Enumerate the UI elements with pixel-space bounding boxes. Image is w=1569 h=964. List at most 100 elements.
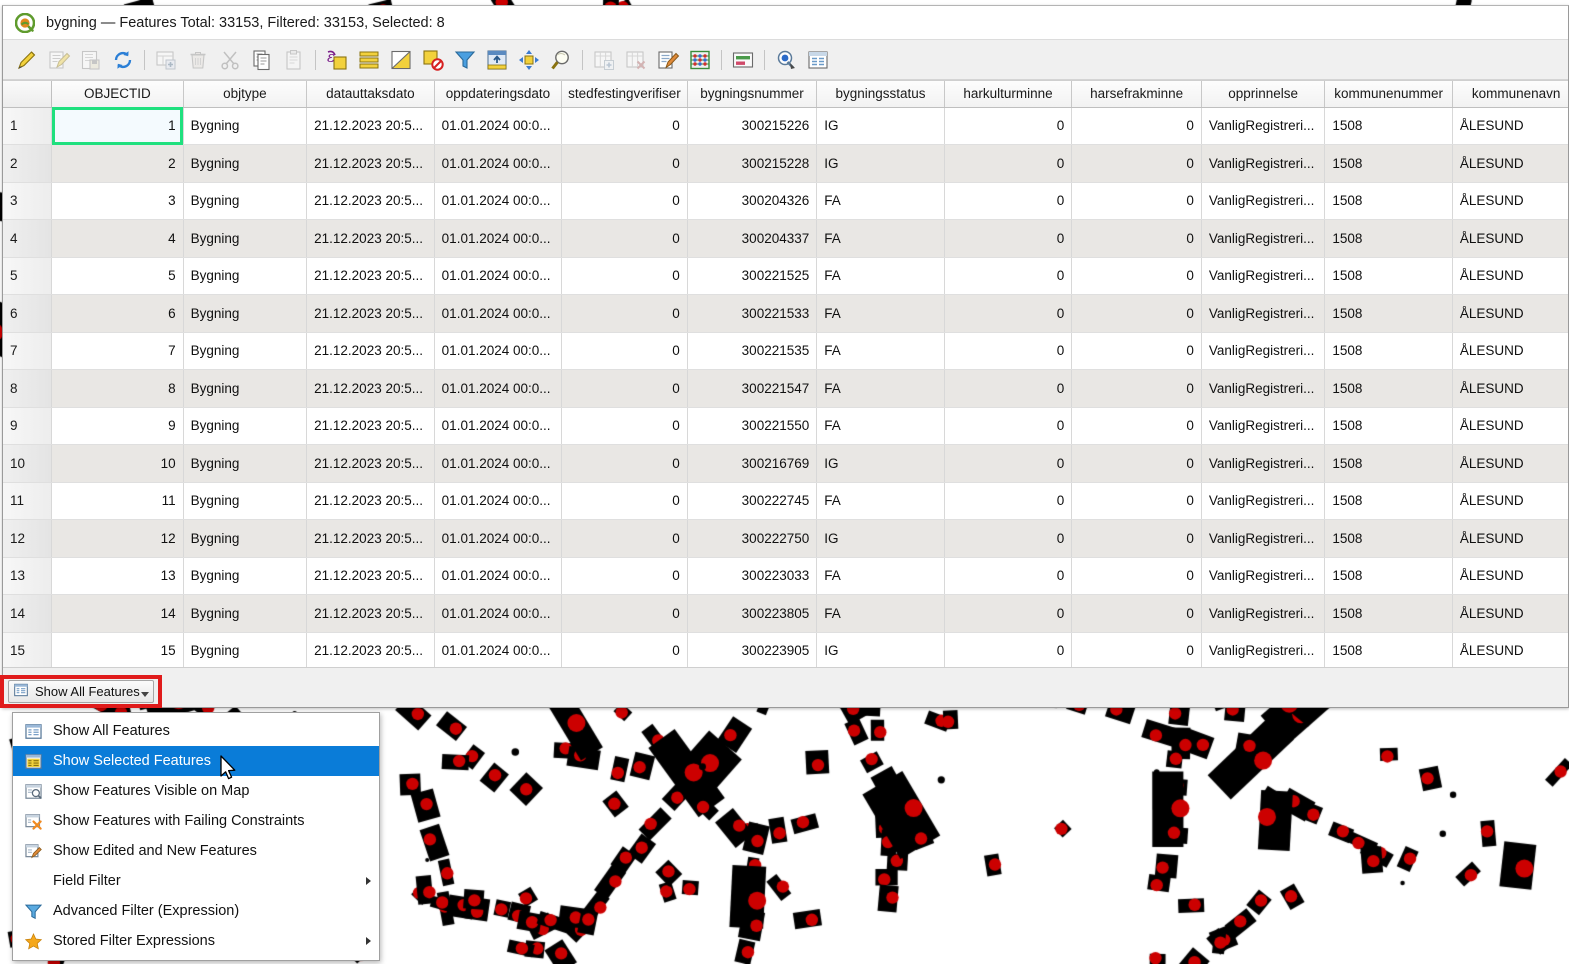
- cell-harsefrakminne[interactable]: 0: [1071, 332, 1202, 370]
- table-row[interactable]: 12 12 Bygning 21.12.2023 20:5... 01.01.2024 …: [3, 519, 1568, 558]
- cell-opprinnelse[interactable]: VanligRegistreri...: [1201, 482, 1326, 520]
- table-row[interactable]: 5 5 Bygning 21.12.2023 20:5... 01.01.2024 00…: [3, 257, 1568, 295]
- cell-OBJECTID[interactable]: 10: [51, 444, 184, 483]
- menu-item-show-selected-features[interactable]: Show Selected Features: [13, 746, 379, 776]
- column-header-opprinnelse[interactable]: opprinnelse: [1201, 81, 1326, 108]
- cell-harsefrakminne[interactable]: 0: [1071, 219, 1202, 258]
- cell-bygningsstatus[interactable]: IG: [816, 632, 945, 667]
- cell-opprinnelse[interactable]: VanligRegistreri...: [1201, 369, 1326, 408]
- cell-stedfestingverifisert[interactable]: 0: [561, 632, 688, 667]
- cell-oppdateringsdato[interactable]: 01.01.2024 00:0...: [434, 482, 563, 520]
- cell-OBJECTID[interactable]: 6: [51, 294, 184, 333]
- cell-stedfestingverifisert[interactable]: 0: [561, 407, 688, 445]
- cell-OBJECTID[interactable]: 11: [51, 482, 184, 520]
- cell-OBJECTID[interactable]: 15: [51, 632, 184, 667]
- row-number-cell[interactable]: 4: [3, 219, 53, 258]
- cell-harsefrakminne[interactable]: 0: [1071, 294, 1202, 333]
- cell-bygningsnummer[interactable]: 300221547: [687, 369, 818, 408]
- cell-kommunenummer[interactable]: 1508: [1324, 107, 1453, 145]
- cell-opprinnelse[interactable]: VanligRegistreri...: [1201, 182, 1326, 220]
- cell-stedfestingverifisert[interactable]: 0: [561, 594, 688, 633]
- cell-harkulturminne[interactable]: 0: [944, 369, 1073, 408]
- column-header-harsefrakminne[interactable]: harsefrakminne: [1071, 81, 1202, 108]
- cell-stedfestingverifisert[interactable]: 0: [561, 107, 688, 145]
- cell-objtype[interactable]: Bygning: [183, 332, 308, 370]
- cell-datauttaksdato[interactable]: 21.12.2023 20:5...: [306, 219, 435, 258]
- cell-kommunenummer[interactable]: 1508: [1324, 369, 1453, 408]
- cell-bygningsstatus[interactable]: FA: [816, 332, 945, 370]
- toggle-editing-icon[interactable]: [11, 44, 43, 76]
- attribute-table[interactable]: OBJECTID objtype datauttaksdato oppdatering…: [3, 81, 1568, 667]
- cell-bygningsstatus[interactable]: FA: [816, 407, 945, 445]
- invert-selection-icon[interactable]: [385, 44, 417, 76]
- cell-objtype[interactable]: Bygning: [183, 219, 308, 258]
- cell-stedfestingverifisert[interactable]: 0: [561, 219, 688, 258]
- column-header-OBJECTID[interactable]: OBJECTID: [51, 81, 184, 108]
- move-selection-to-top-icon[interactable]: [481, 44, 513, 76]
- cell-opprinnelse[interactable]: VanligRegistreri...: [1201, 632, 1326, 667]
- cell-bygningsstatus[interactable]: FA: [816, 182, 945, 220]
- cell-bygningsstatus[interactable]: IG: [816, 519, 945, 558]
- cell-stedfestingverifisert[interactable]: 0: [561, 294, 688, 333]
- cell-harsefrakminne[interactable]: 0: [1071, 369, 1202, 408]
- row-number-cell[interactable]: 5: [3, 257, 53, 295]
- cell-OBJECTID[interactable]: 8: [51, 369, 184, 408]
- cell-OBJECTID[interactable]: 9: [51, 407, 184, 445]
- cell-kommunenummer[interactable]: 1508: [1324, 557, 1453, 595]
- table-row[interactable]: 14 14 Bygning 21.12.2023 20:5... 01.01.2024 …: [3, 594, 1568, 633]
- menu-item-show-all-features[interactable]: Show All Features: [13, 716, 379, 746]
- cell-oppdateringsdato[interactable]: 01.01.2024 00:0...: [434, 444, 563, 483]
- cell-oppdateringsdato[interactable]: 01.01.2024 00:0...: [434, 557, 563, 595]
- cell-bygningsnummer[interactable]: 300221525: [687, 257, 818, 295]
- menu-item-show-features-with-failing-constraints[interactable]: Show Features with Failing Constraints: [13, 806, 379, 836]
- cell-harkulturminne[interactable]: 0: [944, 519, 1073, 558]
- cell-harsefrakminne[interactable]: 0: [1071, 557, 1202, 595]
- row-number-cell[interactable]: 3: [3, 182, 53, 220]
- attribute-table-scroll-area[interactable]: OBJECTID objtype datauttaksdato oppdatering…: [3, 80, 1568, 667]
- cell-datauttaksdato[interactable]: 21.12.2023 20:5...: [306, 557, 435, 595]
- cell-harsefrakminne[interactable]: 0: [1071, 632, 1202, 667]
- cell-kommunenummer[interactable]: 1508: [1324, 144, 1453, 183]
- cell-OBJECTID[interactable]: 7: [51, 332, 184, 370]
- cell-kommunenavn[interactable]: ÅLESUND: [1452, 482, 1568, 520]
- cell-datauttaksdato[interactable]: 21.12.2023 20:5...: [306, 369, 435, 408]
- row-number-cell[interactable]: 10: [3, 444, 53, 483]
- cell-harkulturminne[interactable]: 0: [944, 144, 1073, 183]
- table-body[interactable]: 1 1 Bygning 21.12.2023 20:5... 01.01.2024 00…: [3, 107, 1568, 667]
- show-all-features-button[interactable]: Show All Features: [8, 680, 154, 703]
- cell-kommunenummer[interactable]: 1508: [1324, 482, 1453, 520]
- column-header-datauttaksdato[interactable]: datauttaksdato: [306, 81, 435, 108]
- copy-features-icon[interactable]: [246, 44, 278, 76]
- cell-bygningsnummer[interactable]: 300223905: [687, 632, 818, 667]
- table-row[interactable]: 8 8 Bygning 21.12.2023 20:5... 01.01.2024 00…: [3, 369, 1568, 408]
- menu-item-field-filter[interactable]: Field Filter: [13, 866, 379, 896]
- cell-objtype[interactable]: Bygning: [183, 482, 308, 520]
- cell-bygningsstatus[interactable]: IG: [816, 144, 945, 183]
- cell-bygningsstatus[interactable]: FA: [816, 294, 945, 333]
- cell-harsefrakminne[interactable]: 0: [1071, 407, 1202, 445]
- table-row[interactable]: 6 6 Bygning 21.12.2023 20:5... 01.01.2024 00…: [3, 294, 1568, 333]
- cell-stedfestingverifisert[interactable]: 0: [561, 482, 688, 520]
- table-row[interactable]: 1 1 Bygning 21.12.2023 20:5... 01.01.2024 00…: [3, 107, 1568, 145]
- row-number-cell[interactable]: 2: [3, 144, 53, 183]
- cell-opprinnelse[interactable]: VanligRegistreri...: [1201, 594, 1326, 633]
- cell-harkulturminne[interactable]: 0: [944, 257, 1073, 295]
- cell-kommunenavn[interactable]: ÅLESUND: [1452, 107, 1568, 145]
- cell-harkulturminne[interactable]: 0: [944, 444, 1073, 483]
- table-row[interactable]: 15 15 Bygning 21.12.2023 20:5... 01.01.2024 …: [3, 632, 1568, 667]
- cell-kommunenavn[interactable]: ÅLESUND: [1452, 369, 1568, 408]
- cell-oppdateringsdato[interactable]: 01.01.2024 00:0...: [434, 182, 563, 220]
- cell-harsefrakminne[interactable]: 0: [1071, 182, 1202, 220]
- cell-bygningsstatus[interactable]: FA: [816, 482, 945, 520]
- cell-oppdateringsdato[interactable]: 01.01.2024 00:0...: [434, 257, 563, 295]
- cell-objtype[interactable]: Bygning: [183, 107, 308, 145]
- cell-stedfestingverifisert[interactable]: 0: [561, 369, 688, 408]
- reload-table-icon[interactable]: [107, 44, 139, 76]
- column-header-kommunenavn[interactable]: kommunenavn: [1452, 81, 1568, 108]
- cell-objtype[interactable]: Bygning: [183, 144, 308, 183]
- cell-opprinnelse[interactable]: VanligRegistreri...: [1201, 557, 1326, 595]
- abacus-statistics-icon[interactable]: [684, 44, 716, 76]
- cell-harsefrakminne[interactable]: 0: [1071, 144, 1202, 183]
- cell-datauttaksdato[interactable]: 21.12.2023 20:5...: [306, 332, 435, 370]
- cell-kommunenavn[interactable]: ÅLESUND: [1452, 332, 1568, 370]
